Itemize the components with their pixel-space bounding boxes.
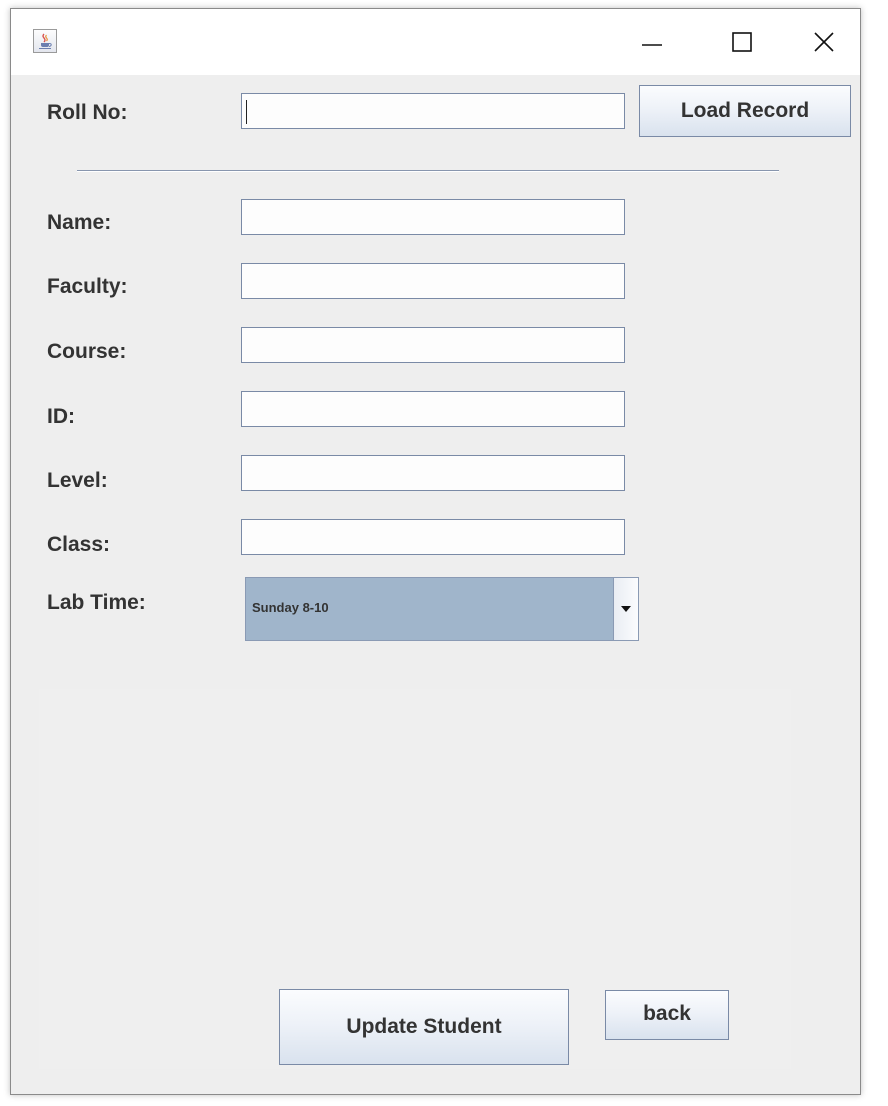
faculty-label: Faculty: [47, 275, 128, 298]
maximize-icon [732, 32, 752, 52]
roll-no-label: Roll No: [47, 101, 128, 124]
lab-time-selected: Sunday 8-10 [252, 600, 329, 615]
name-input[interactable] [241, 199, 625, 235]
roll-no-input[interactable] [241, 93, 625, 129]
level-input[interactable] [241, 455, 625, 491]
chevron-down-icon [621, 606, 631, 612]
faculty-input[interactable] [241, 263, 625, 299]
id-input[interactable] [241, 391, 625, 427]
text-caret [246, 100, 247, 125]
minimize-icon [642, 44, 662, 46]
back-button[interactable]: back [605, 990, 729, 1040]
level-label: Level: [47, 469, 108, 492]
update-student-window: Roll No: Load Record Name: Faculty: Cour… [10, 8, 861, 1095]
class-input[interactable] [241, 519, 625, 555]
course-input[interactable] [241, 327, 625, 363]
lab-time-label: Lab Time: [47, 591, 146, 614]
java-coffee-icon [33, 29, 57, 53]
title-bar [11, 9, 860, 75]
maximize-button[interactable] [705, 9, 779, 75]
dropdown-arrow-button[interactable] [613, 578, 638, 640]
id-label: ID: [47, 405, 75, 428]
close-button[interactable] [787, 9, 860, 75]
name-label: Name: [47, 211, 112, 234]
load-record-button[interactable]: Load Record [639, 85, 851, 137]
class-label: Class: [47, 533, 111, 556]
lab-time-dropdown[interactable]: Sunday 8-10 [245, 577, 639, 641]
update-student-button[interactable]: Update Student [279, 989, 569, 1065]
form-separator [77, 170, 779, 172]
minimize-button[interactable] [615, 9, 689, 75]
close-icon [814, 32, 834, 52]
course-label: Course: [47, 340, 127, 363]
